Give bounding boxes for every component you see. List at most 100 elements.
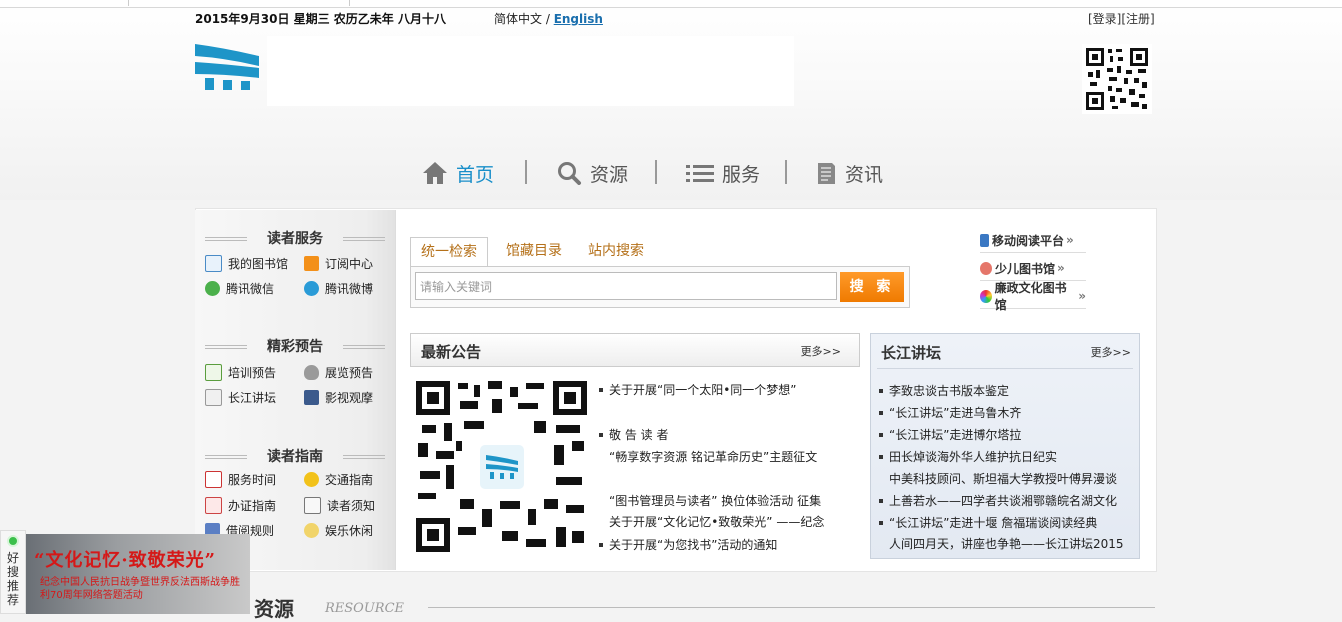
- nav-resource[interactable]: 资源: [557, 158, 628, 188]
- login-link[interactable]: [登录]: [1088, 12, 1121, 26]
- quick-link-label: 移动阅读平台: [992, 233, 1065, 248]
- wechat-icon: [205, 281, 220, 296]
- notice-item[interactable]: 关于开展“为您找书”活动的通知: [599, 536, 849, 553]
- divider: [877, 368, 1133, 369]
- sidebar-link-label: 腾讯微信: [226, 282, 275, 296]
- tab-catalog[interactable]: 馆藏目录: [506, 237, 562, 266]
- language-switch: 简体中文 / English: [494, 10, 603, 27]
- nav-label: 资源: [590, 163, 629, 186]
- quick-link-children-library[interactable]: 少儿图书馆»: [980, 256, 1086, 281]
- forum-item[interactable]: 李致忠谈古书版本鉴定: [879, 382, 1135, 399]
- sidebar-link-label: 展览预告: [325, 366, 374, 380]
- list-icon: [686, 165, 714, 182]
- notice-item[interactable]: 敬 告 读 者: [599, 426, 849, 443]
- quick-link-integrity-library[interactable]: 廉政文化图书馆 »: [980, 281, 1086, 312]
- nav-home[interactable]: 首页: [422, 158, 494, 188]
- medal-icon: [304, 365, 319, 380]
- notice-item[interactable]: 关于开展“文化记忆•致敬荣光” ——纪念: [609, 513, 859, 530]
- sidebar-link-label: 我的图书馆: [228, 257, 289, 271]
- sidebar-link-label: 长江讲坛: [228, 391, 277, 405]
- sidebar: 读者服务 我的图书馆 订阅中心 腾讯微信 腾讯微博 精彩预告 培训预告 展览预告…: [195, 210, 396, 570]
- quick-link-mobile-reading[interactable]: 移动阅读平台»: [980, 228, 1086, 253]
- date-text: 2015年9月30日 星期三 农历乙未年 八月十八: [195, 12, 446, 26]
- sidebar-link-traffic[interactable]: 交通指南: [304, 471, 373, 488]
- notice-item-text: “图书管理员与读者” 换位体验活动 征集: [609, 494, 822, 508]
- tab-unified-search[interactable]: 统一检索: [410, 237, 488, 267]
- search-input[interactable]: 请输入关键词: [415, 272, 837, 300]
- nav-label: 服务: [722, 163, 761, 186]
- sidebar-link-film[interactable]: 影视观摩: [304, 389, 373, 406]
- sidebar-link-training[interactable]: 培训预告: [205, 364, 276, 381]
- sidebar-link-label: 培训预告: [228, 366, 277, 380]
- forum-panel-title: 长江讲坛: [881, 344, 942, 362]
- chevron-right-icon: »: [1078, 289, 1086, 303]
- sidebar-link-label: 影视观摩: [325, 391, 374, 405]
- browser-tab[interactable]: [128, 0, 350, 6]
- forum-item[interactable]: 人间四月天，讲座也争艳——长江讲坛2015: [889, 535, 1135, 552]
- notice-more-link[interactable]: 更多>>: [801, 343, 841, 359]
- sidebar-link-subscription[interactable]: 订阅中心: [304, 255, 373, 272]
- floating-recommend-tab[interactable]: 好搜推荐: [0, 530, 26, 614]
- mobile-icon: [980, 233, 989, 247]
- sidebar-link-card[interactable]: 办证指南: [205, 497, 276, 514]
- nav-label: 首页: [456, 163, 495, 186]
- forum-item[interactable]: “长江讲坛”走进博尔塔拉: [879, 426, 1135, 443]
- notes-icon: [304, 497, 321, 514]
- home-icon: [423, 162, 447, 184]
- notice-item-text: 关于开展“同一个太阳•同一个梦想”: [609, 383, 797, 397]
- rss-icon: [304, 256, 319, 271]
- search-button[interactable]: 搜 索: [840, 272, 904, 302]
- resource-section-title: 资源: [254, 597, 294, 621]
- section-title-guide: 读者指南: [195, 446, 395, 466]
- search-icon: [558, 162, 581, 185]
- forum-more-link[interactable]: 更多>>: [1091, 344, 1131, 360]
- nav-label: 资讯: [845, 163, 884, 186]
- sidebar-link-label: 腾讯微博: [325, 282, 374, 296]
- notice-item[interactable]: “图书管理员与读者” 换位体验活动 征集: [609, 492, 859, 509]
- language-english-link[interactable]: English: [554, 12, 603, 26]
- notice-item[interactable]: “畅享数字资源 铭记革命历史”主题征文: [609, 448, 859, 465]
- forum-item[interactable]: “长江讲坛”走进十堰 詹福瑞谈阅读经典: [879, 514, 1135, 531]
- forum-item[interactable]: “长江讲坛”走进乌鲁木齐: [879, 404, 1135, 421]
- floating-ad-banner[interactable]: “文化记忆·致敬荣光” 纪念中国人民抗日战争暨世界反法西斯战争胜利70周年网络答…: [26, 534, 250, 614]
- sidebar-link-notice[interactable]: 读者须知: [304, 497, 375, 514]
- nav-divider: [525, 160, 527, 184]
- sidebar-link-weibo[interactable]: 腾讯微博: [304, 280, 373, 297]
- nav-divider: [785, 160, 787, 184]
- forum-item-text: 人间四月天，讲座也争艳——长江讲坛2015: [889, 537, 1124, 551]
- ad-title: “文化记忆·致敬荣光”: [34, 550, 216, 571]
- section-title-reader-service: 读者服务: [195, 228, 395, 248]
- sidebar-link-leisure[interactable]: 娱乐休闲: [304, 522, 373, 539]
- bullet-icon: [879, 410, 883, 415]
- film-icon: [304, 390, 319, 405]
- forum-item-text: 田长焯谈海外华人维护抗日纪实: [889, 450, 1058, 464]
- forum-item-text: 李致忠谈古书版本鉴定: [889, 384, 1010, 398]
- weibo-icon: [304, 281, 319, 296]
- browser-tab-strip: [0, 0, 1342, 8]
- notice-item[interactable]: 关于开展“同一个太阳•同一个梦想”: [599, 381, 849, 398]
- sidebar-link-label: 订阅中心: [325, 257, 374, 271]
- forum-item-text: 上善若水——四学者共谈湘鄂赣皖名湖文化: [889, 494, 1118, 508]
- sidebar-link-forum[interactable]: 长江讲坛: [205, 389, 276, 406]
- auth-links: [登录][注册]: [1088, 10, 1155, 27]
- bullet-icon: [599, 432, 603, 437]
- sidebar-link-my-library[interactable]: 我的图书馆: [205, 255, 288, 272]
- register-link[interactable]: [注册]: [1121, 12, 1154, 26]
- nav-service[interactable]: 服务: [686, 158, 760, 188]
- nav-news[interactable]: 资讯: [815, 158, 883, 188]
- lightbulb-icon: [304, 472, 319, 487]
- color-wheel-icon: [980, 289, 992, 303]
- forum-item[interactable]: 上善若水——四学者共谈湘鄂赣皖名湖文化: [879, 492, 1135, 509]
- status-dot-icon: [7, 535, 19, 547]
- library-logo-icon[interactable]: [195, 44, 259, 90]
- sidebar-link-label: 娱乐休闲: [325, 524, 374, 538]
- book-icon: [205, 255, 222, 272]
- tab-site-search[interactable]: 站内搜索: [588, 237, 644, 266]
- sidebar-link-wechat[interactable]: 腾讯微信: [205, 280, 274, 297]
- notice-item-text: “畅享数字资源 铭记革命历史”主题征文: [609, 450, 818, 464]
- language-chinese[interactable]: 简体中文 /: [494, 12, 554, 26]
- forum-item[interactable]: 中美科技顾问、斯坦福大学教授叶傅昇漫谈: [889, 470, 1135, 487]
- sidebar-link-hours[interactable]: 服务时间: [205, 471, 276, 488]
- forum-item[interactable]: 田长焯谈海外华人维护抗日纪实: [879, 448, 1135, 465]
- sidebar-link-exhibition[interactable]: 展览预告: [304, 364, 373, 381]
